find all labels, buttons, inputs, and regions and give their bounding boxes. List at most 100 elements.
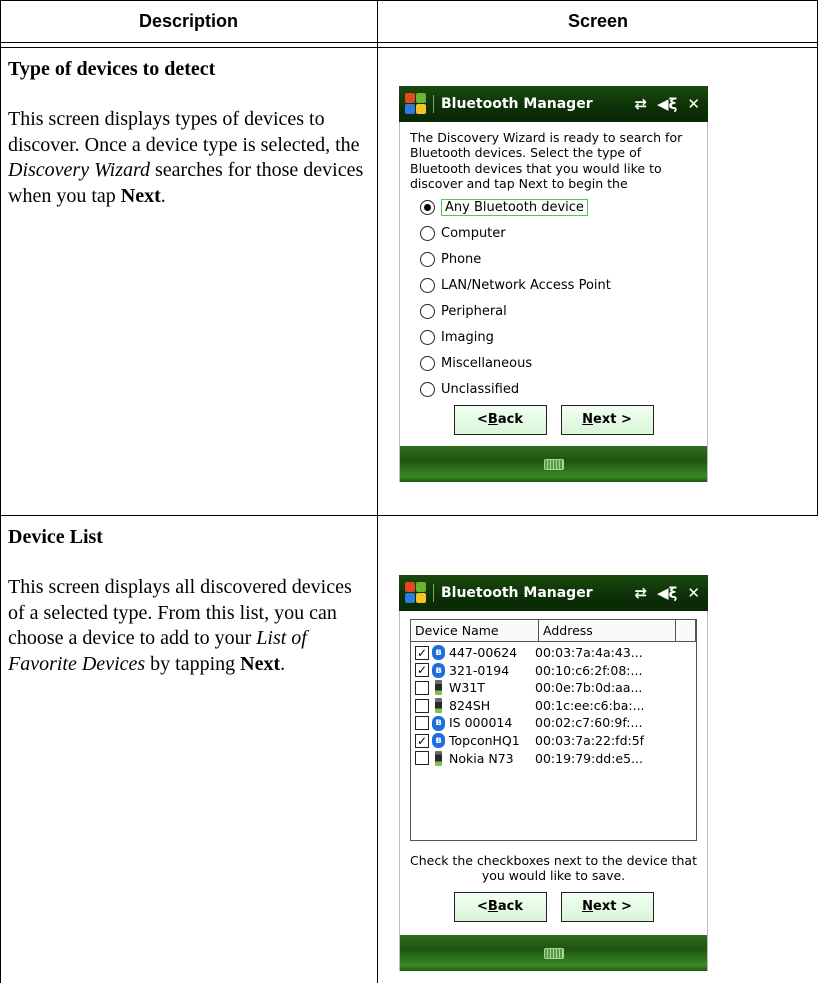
- device-name: 321-0194: [449, 662, 510, 678]
- next-button[interactable]: Next >: [560, 891, 654, 922]
- device-name: IS 000014: [449, 715, 513, 731]
- radio-button[interactable]: [420, 382, 435, 398]
- close-icon[interactable]: ✕: [687, 95, 700, 113]
- radio-button[interactable]: [420, 278, 435, 294]
- device-type-label: LAN/Network Access Point: [441, 277, 611, 293]
- device-name: W31T: [449, 680, 485, 696]
- title-bar: Bluetooth Manager ⇄ ◀ξ ✕: [399, 86, 708, 122]
- bluetooth-icon: ʙ: [432, 733, 445, 749]
- device-row[interactable]: ✓ ʙ 321-0194 00:10:c6:2f:08:...: [411, 662, 696, 680]
- phone-icon: [435, 698, 442, 714]
- device-checkbox[interactable]: [415, 716, 429, 731]
- bottom-menu-bar: [399, 446, 708, 482]
- radio-button[interactable]: [420, 304, 435, 320]
- row1-text: This screen displays types of devices to…: [8, 108, 364, 207]
- device-list-body: Device Name Address ✓ ʙ 447-00624 00:03:7a:…: [399, 611, 708, 935]
- title-separator: [433, 95, 434, 113]
- device-type-label: Any Bluetooth device: [441, 198, 588, 217]
- keyboard-icon[interactable]: [543, 947, 564, 959]
- device-address: 00:03:7a:4a:43...: [535, 645, 643, 661]
- device-address: 00:02:c7:60:9f:...: [535, 715, 643, 731]
- device-type-option[interactable]: Miscellaneous: [410, 351, 697, 377]
- device-type-label: Miscellaneous: [441, 355, 533, 371]
- device-address: 00:10:c6:2f:08:...: [535, 662, 643, 678]
- back-button[interactable]: < Back: [453, 891, 547, 922]
- radio-button[interactable]: [420, 330, 435, 346]
- volume-icon[interactable]: ◀ξ: [657, 95, 677, 113]
- device-checkbox[interactable]: ✓: [415, 733, 429, 748]
- device-type-option[interactable]: LAN/Network Access Point: [410, 273, 697, 299]
- device-type-label: Peripheral: [441, 303, 507, 319]
- row2-title: Device List: [8, 526, 103, 548]
- device-checkbox[interactable]: ✓: [415, 645, 429, 660]
- device-type-label: Phone: [441, 251, 482, 267]
- connectivity-icon[interactable]: ⇄: [634, 584, 647, 602]
- row2-description: Device List This screen displays all dis…: [8, 524, 370, 677]
- device-type-option[interactable]: Imaging: [410, 325, 697, 351]
- device-type-option[interactable]: Any Bluetooth device: [410, 195, 697, 221]
- device-type-label: Computer: [441, 225, 506, 241]
- connectivity-icon[interactable]: ⇄: [634, 95, 647, 113]
- device-type-option[interactable]: Peripheral: [410, 299, 697, 325]
- list-buttons: < Back Next >: [410, 891, 697, 922]
- device-name: TopconHQ1: [449, 733, 520, 749]
- next-button[interactable]: Next >: [560, 404, 654, 435]
- manual-table: Description Screen Type of devices to de…: [0, 0, 818, 983]
- app-title: Bluetooth Manager: [441, 585, 593, 601]
- device-list[interactable]: Device Name Address ✓ ʙ 447-00624 00:03:7a:…: [410, 619, 697, 841]
- device-row[interactable]: ✓ ʙ TopconHQ1 00:03:7a:22:fd:5f: [411, 732, 696, 750]
- column-address[interactable]: Address: [539, 620, 676, 641]
- wizard-body: The Discovery Wizard is ready to search …: [399, 122, 708, 446]
- column-divider: [377, 0, 378, 983]
- title-separator: [433, 584, 434, 602]
- radio-button[interactable]: [420, 356, 435, 372]
- save-instruction: Check the checkboxes next to the device …: [410, 853, 697, 884]
- radio-button[interactable]: [420, 252, 435, 268]
- device-name: 447-00624: [449, 645, 518, 661]
- wizard-buttons: < Back Next >: [410, 404, 697, 435]
- keyboard-icon[interactable]: [543, 458, 564, 470]
- device-type-option[interactable]: Phone: [410, 247, 697, 273]
- row-divider: [0, 515, 818, 516]
- device-type-option[interactable]: Computer: [410, 221, 697, 247]
- discovery-wizard-screen: Bluetooth Manager ⇄ ◀ξ ✕ The Discovery W…: [399, 86, 708, 482]
- phone-icon: [435, 680, 442, 696]
- volume-icon[interactable]: ◀ξ: [657, 584, 677, 602]
- bluetooth-icon: ʙ: [432, 715, 445, 731]
- device-type-list: Any Bluetooth device Computer Phone LAN/Net…: [410, 195, 697, 403]
- device-address: 00:0e:7b:0d:aa...: [535, 680, 643, 696]
- device-address: 00:1c:ee:c6:ba:...: [535, 697, 645, 713]
- device-name: 824SH: [449, 697, 491, 713]
- device-type-label: Imaging: [441, 329, 494, 345]
- device-row[interactable]: W31T 00:0e:7b:0d:aa...: [411, 679, 696, 697]
- header-rule-1: [0, 42, 818, 43]
- device-name: Nokia N73: [449, 750, 514, 766]
- radio-button[interactable]: [420, 200, 435, 216]
- device-type-option[interactable]: Unclassified: [410, 377, 697, 403]
- device-row[interactable]: ✓ ʙ 447-00624 00:03:7a:4a:43...: [411, 644, 696, 662]
- device-row[interactable]: ʙ IS 000014 00:02:c7:60:9f:...: [411, 714, 696, 732]
- row1-title: Type of devices to detect: [8, 58, 216, 80]
- bottom-menu-bar: [399, 935, 708, 971]
- radio-button[interactable]: [420, 226, 435, 242]
- back-button[interactable]: < Back: [453, 404, 547, 435]
- device-list-screen: Bluetooth Manager ⇄ ◀ξ ✕ Device Name Add…: [399, 575, 708, 971]
- table-left-border: [0, 0, 1, 983]
- windows-start-icon[interactable]: [405, 93, 427, 115]
- windows-start-icon[interactable]: [405, 582, 427, 604]
- column-extra[interactable]: [676, 620, 696, 641]
- header-rule-2: [0, 47, 818, 48]
- device-checkbox[interactable]: [415, 680, 429, 695]
- close-icon[interactable]: ✕: [687, 584, 700, 602]
- column-device-name[interactable]: Device Name: [411, 620, 539, 641]
- device-checkbox[interactable]: [415, 698, 429, 713]
- device-checkbox[interactable]: [415, 751, 429, 766]
- device-row[interactable]: Nokia N73 00:19:79:dd:e5...: [411, 750, 696, 768]
- bluetooth-icon: ʙ: [432, 645, 445, 661]
- title-bar: Bluetooth Manager ⇄ ◀ξ ✕: [399, 575, 708, 611]
- device-row[interactable]: 824SH 00:1c:ee:c6:ba:...: [411, 697, 696, 715]
- bluetooth-icon: ʙ: [432, 662, 445, 678]
- device-checkbox[interactable]: ✓: [415, 663, 429, 678]
- table-top-border: [0, 0, 818, 1]
- device-list-header: Device Name Address: [411, 620, 696, 642]
